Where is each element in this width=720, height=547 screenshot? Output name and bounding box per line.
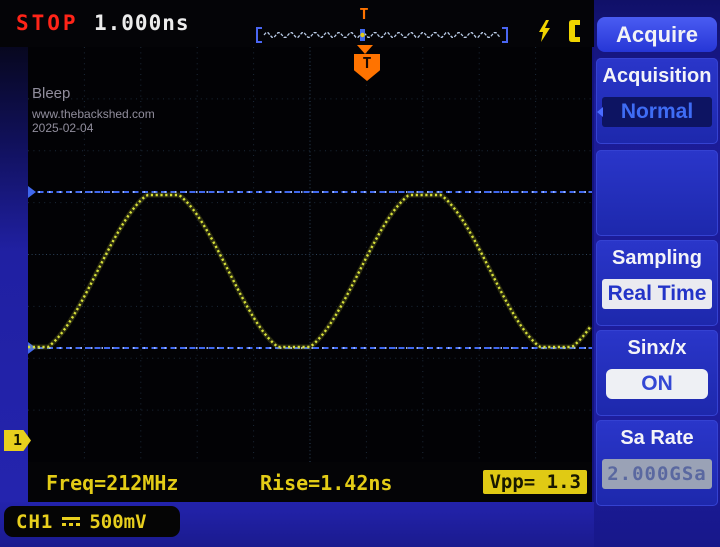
menu-label: Sa Rate — [596, 427, 718, 450]
menu-value-real-time[interactable]: Real Time — [602, 279, 712, 309]
watermark-url: www.thebackshed.com — [32, 108, 155, 122]
chevron-left-icon — [597, 107, 603, 117]
menu-item-empty[interactable] — [596, 150, 718, 236]
menu-label: Acquisition — [596, 65, 718, 88]
menu-value-on[interactable]: ON — [606, 369, 708, 399]
channel-1-readout: CH1 500mV — [4, 506, 180, 537]
lightning-icon — [538, 20, 551, 42]
trigger-position-bar — [256, 27, 508, 43]
soft-menu-sidebar: Acquire Acquisition Normal Sampling Real… — [594, 0, 720, 547]
timebase-readout: 1.000ns — [94, 11, 190, 35]
menu-item-acquisition[interactable]: Acquisition Normal — [596, 58, 718, 144]
watermark: Bleep www.thebackshed.com 2025-02-04 — [32, 85, 155, 136]
menu-value-normal[interactable]: Normal — [602, 97, 712, 127]
menu-value-sample-rate: 2.000GSa — [602, 459, 712, 489]
trigger-position-pointer-icon — [357, 45, 373, 54]
menu-label: Sampling — [596, 247, 718, 270]
run-state: STOP — [16, 11, 79, 35]
graticule: Bleep www.thebackshed.com 2025-02-04 T — [28, 47, 592, 462]
trigger-t-icon: T — [354, 5, 374, 23]
watermark-title: Bleep — [32, 85, 155, 102]
menu-item-sampling[interactable]: Sampling Real Time — [596, 240, 718, 326]
menu-label: Sinx/x — [596, 337, 718, 360]
measurement-bar: Freq=212MHz Rise=1.42ns Vpp= 1.3 — [28, 462, 592, 502]
vpp-measurement: Vpp= 1.3 — [483, 470, 587, 494]
rise-measurement: Rise=1.42ns — [260, 471, 392, 495]
menu-title-acquire: Acquire — [597, 17, 717, 52]
watermark-date: 2025-02-04 — [32, 122, 155, 136]
menu-item-sinxx[interactable]: Sinx/x ON — [596, 330, 718, 416]
channel-scale: 500mV — [89, 511, 146, 533]
bottom-bezel: CH1 500mV — [0, 502, 594, 547]
channel-name: CH1 — [16, 511, 53, 533]
battery-icon — [567, 18, 583, 44]
freq-measurement: Freq=212MHz — [46, 471, 178, 495]
menu-value-text: Normal — [621, 100, 693, 123]
menu-item-sa-rate[interactable]: Sa Rate 2.000GSa — [596, 420, 718, 506]
oscilloscope-screen: STOP 1.000ns T Bleep www.thebackshed.com… — [0, 0, 720, 547]
waveform-preview-icon — [256, 27, 508, 43]
dc-coupling-icon — [62, 516, 80, 528]
status-bar: STOP 1.000ns T — [0, 0, 594, 47]
